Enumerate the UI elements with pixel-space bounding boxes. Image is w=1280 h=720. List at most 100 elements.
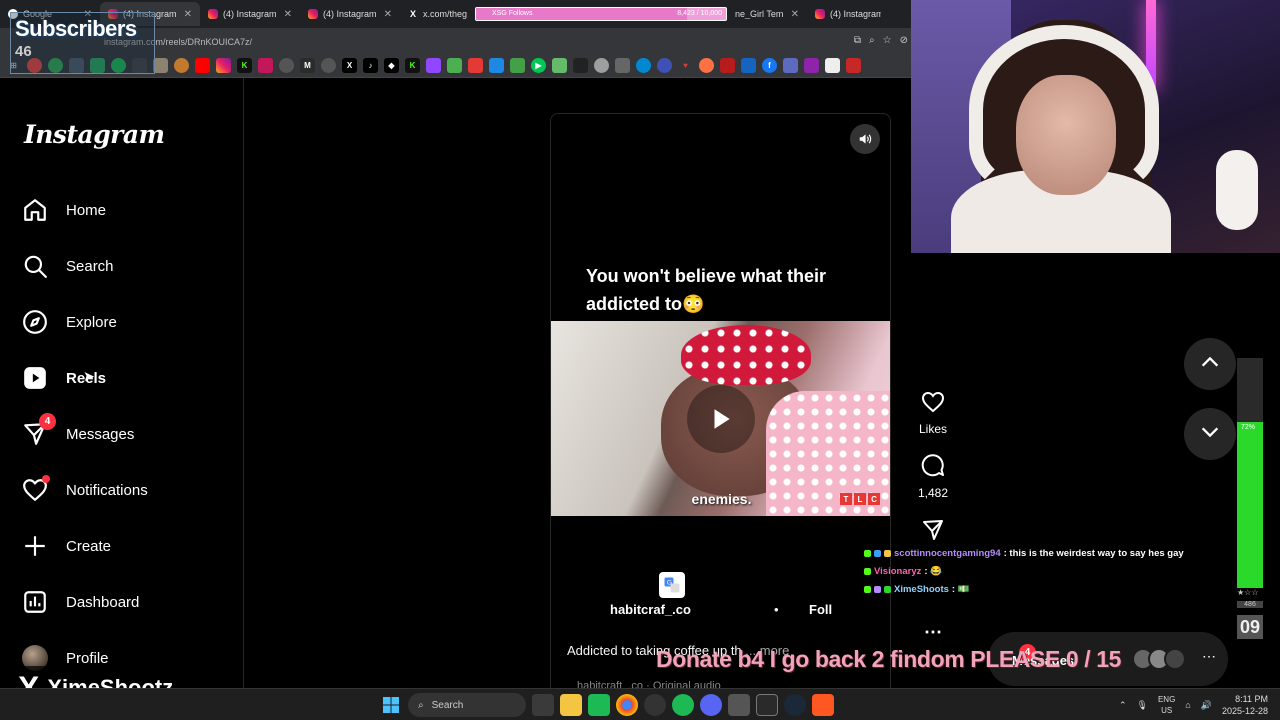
windows-start-icon[interactable] bbox=[380, 694, 402, 716]
speaker-icon[interactable]: 🔊 bbox=[1201, 700, 1212, 711]
next-reel-button[interactable] bbox=[1184, 408, 1236, 460]
bookmark-icon[interactable] bbox=[468, 58, 483, 73]
play-button[interactable] bbox=[687, 385, 755, 453]
like-button[interactable]: Likes bbox=[908, 390, 958, 436]
close-icon[interactable]: ✕ bbox=[184, 9, 192, 20]
youtube-icon[interactable] bbox=[195, 58, 210, 73]
volume-meter-fill bbox=[1237, 422, 1263, 588]
chat-overlay: scottinnocentgaming94: this is the weird… bbox=[864, 544, 1224, 598]
bookmark-icon[interactable] bbox=[846, 58, 861, 73]
close-icon[interactable]: ✕ bbox=[384, 9, 392, 20]
badge-icon bbox=[864, 585, 871, 593]
instagram-logo[interactable]: Instagram bbox=[24, 120, 165, 149]
twitch-icon[interactable] bbox=[426, 58, 441, 73]
bookmark-icon[interactable] bbox=[594, 58, 609, 73]
browser-tab[interactable]: Xx.com/thegab bbox=[400, 2, 475, 26]
nav-search[interactable]: Search bbox=[22, 246, 232, 286]
file-explorer-icon[interactable] bbox=[560, 694, 582, 716]
app-icon[interactable] bbox=[644, 694, 666, 716]
bookmark-icon[interactable] bbox=[258, 58, 273, 73]
bookmark-icon[interactable] bbox=[741, 58, 756, 73]
nav-dashboard[interactable]: Dashboard bbox=[22, 582, 232, 622]
app-icon[interactable] bbox=[812, 694, 834, 716]
nav-home[interactable]: Home bbox=[22, 190, 232, 230]
close-icon[interactable]: ✕ bbox=[284, 9, 292, 20]
bookmark-icon[interactable] bbox=[615, 58, 630, 73]
browser-tab[interactable]: (4) Instagram ✕ bbox=[300, 2, 400, 26]
subscribers-widget: Subscribers 46 bbox=[10, 12, 155, 74]
steam-icon[interactable] bbox=[784, 694, 806, 716]
bookmark-icon[interactable] bbox=[552, 58, 567, 73]
bookmark-icon[interactable] bbox=[783, 58, 798, 73]
bookmark-icon[interactable] bbox=[825, 58, 840, 73]
app-icon[interactable] bbox=[756, 694, 778, 716]
instagram-icon[interactable] bbox=[216, 58, 231, 73]
author-avatar[interactable] bbox=[569, 604, 595, 614]
bookmark-icon[interactable] bbox=[804, 58, 819, 73]
bookmark-icon[interactable] bbox=[636, 58, 651, 73]
browser-tab[interactable]: ne_Girl Tem ✕ bbox=[727, 2, 807, 26]
microphone-icon[interactable]: 🎙 bbox=[1137, 700, 1148, 711]
nav-notifications[interactable]: Notifications bbox=[22, 470, 232, 510]
chat-message: XimeShoots: 💵 bbox=[864, 580, 1224, 598]
comment-button[interactable]: 1,482 bbox=[908, 454, 958, 500]
extension-icon[interactable]: ⊘ bbox=[900, 35, 908, 46]
bookmark-icon[interactable] bbox=[573, 58, 588, 73]
screen: Google ✕ (4) Instagram ✕ (4) Instagram ✕ (4… bbox=[0, 0, 1280, 720]
chevron-up-icon[interactable]: ⌃ bbox=[1119, 700, 1127, 711]
heart-icon[interactable]: ♥ bbox=[678, 58, 693, 73]
bookmark-icon[interactable] bbox=[321, 58, 336, 73]
follow-goal-count: 8,423 / 10,000 bbox=[677, 10, 722, 17]
x-icon: X bbox=[409, 9, 416, 19]
volume-icon[interactable] bbox=[850, 124, 880, 154]
bookmark-icon[interactable] bbox=[447, 58, 462, 73]
play-icon[interactable]: ▶ bbox=[531, 58, 546, 73]
compass-icon bbox=[22, 309, 48, 335]
kick-icon[interactable]: K bbox=[405, 58, 420, 73]
translate-icon[interactable]: G bbox=[659, 572, 685, 598]
chrome-icon[interactable] bbox=[616, 694, 638, 716]
browser-tab[interactable]: (4) Instagram ✕ bbox=[200, 2, 300, 26]
follow-button[interactable]: Foll bbox=[803, 595, 839, 623]
bookmark-icon[interactable]: ◆ bbox=[384, 58, 399, 73]
nav-create[interactable]: Create bbox=[22, 526, 232, 566]
bookmark-icon[interactable] bbox=[174, 58, 189, 73]
close-icon[interactable]: ✕ bbox=[791, 9, 799, 20]
bookmark-icon[interactable]: M bbox=[300, 58, 315, 73]
bookmark-icon[interactable] bbox=[510, 58, 525, 73]
install-icon[interactable]: ⧉ bbox=[854, 35, 861, 46]
chat-message: Visionaryz: 😂 bbox=[864, 562, 1224, 580]
nav-explore[interactable]: Explore bbox=[22, 302, 232, 342]
kick-icon[interactable]: K bbox=[237, 58, 252, 73]
nav-reels[interactable]: Reels bbox=[22, 358, 232, 398]
bookmark-icon[interactable] bbox=[699, 58, 714, 73]
bookmark-icon[interactable] bbox=[657, 58, 672, 73]
zoom-icon[interactable]: ⌕ bbox=[869, 35, 875, 46]
browser-tab[interactable]: (4) Instagram bbox=[807, 2, 889, 26]
spotify-icon[interactable] bbox=[672, 694, 694, 716]
discord-icon[interactable] bbox=[700, 694, 722, 716]
rating-stars-icon: ★☆☆ bbox=[1237, 588, 1259, 597]
bookmark-icon[interactable] bbox=[279, 58, 294, 73]
language-indicator[interactable]: ENG US bbox=[1158, 694, 1175, 716]
app-icon[interactable] bbox=[588, 694, 610, 716]
app-icon[interactable] bbox=[728, 694, 750, 716]
author-name[interactable]: habitcraf_.co bbox=[610, 602, 691, 617]
x-icon[interactable]: X bbox=[342, 58, 357, 73]
nav-messages[interactable]: 4 Messages bbox=[22, 413, 232, 454]
network-icon[interactable]: ⌂ bbox=[1185, 700, 1190, 710]
reel-video[interactable]: enemies. T L C bbox=[551, 321, 890, 516]
tiktok-icon[interactable]: ♪ bbox=[363, 58, 378, 73]
taskbar-search[interactable]: ⌕ Search bbox=[408, 693, 526, 717]
task-view-icon[interactable] bbox=[532, 694, 554, 716]
previous-reel-button[interactable] bbox=[1184, 338, 1236, 390]
clock[interactable]: 8:11 PM 2025-12-28 bbox=[1222, 693, 1268, 717]
more-options-button[interactable]: ⋯ bbox=[908, 622, 958, 643]
bookmark-icon[interactable] bbox=[720, 58, 735, 73]
bookmark-star-icon[interactable]: ☆ bbox=[883, 35, 892, 46]
bookmark-icon[interactable] bbox=[153, 58, 168, 73]
bookmark-icon[interactable] bbox=[489, 58, 504, 73]
more-icon[interactable]: ⋯ bbox=[1202, 648, 1216, 665]
nav-label: Create bbox=[66, 537, 112, 555]
facebook-icon[interactable]: f bbox=[762, 58, 777, 73]
